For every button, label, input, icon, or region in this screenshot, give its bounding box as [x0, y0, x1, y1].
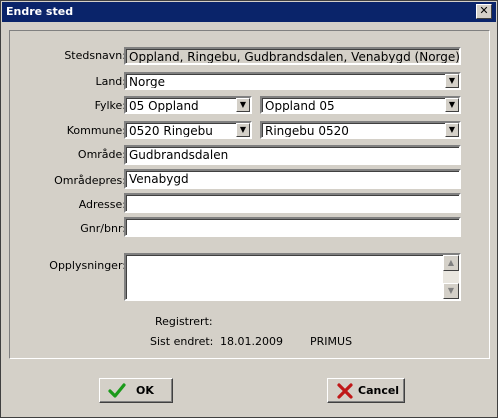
dialog-window: Endre sted ✕ Stedsnavn: Oppland, Ringebu… [0, 0, 498, 418]
chevron-down-icon[interactable]: ▼ [236, 98, 250, 112]
cancel-button[interactable]: Cancel [327, 378, 405, 403]
kommune-code-value: 0520 Ringebu [129, 124, 213, 138]
adresse-input[interactable] [124, 193, 461, 213]
cancel-label: Cancel [358, 384, 400, 397]
omradepres-label: Områdepres: [54, 174, 126, 187]
registrert-label: Registrert: [155, 315, 213, 328]
sist-endret-date: 18.01.2009 [220, 335, 283, 348]
check-icon [108, 383, 126, 398]
omradepres-input[interactable]: Venabygd [124, 169, 461, 189]
opplysninger-label: Opplysninger: [49, 259, 126, 272]
omrade-label: Område: [77, 148, 126, 161]
ok-label: OK [136, 384, 154, 397]
fylke-name-select[interactable]: Oppland 05 ▼ [260, 96, 461, 114]
chevron-down-icon[interactable]: ▼ [445, 74, 459, 88]
gnrbnr-input[interactable] [124, 217, 461, 237]
scroll-down-icon[interactable]: ▼ [443, 283, 459, 299]
fylke-label: Fylke: [94, 99, 126, 112]
adresse-label: Adresse: [78, 198, 126, 211]
kommune-name-select[interactable]: Ringebu 0520 ▼ [260, 121, 461, 139]
close-icon: ✕ [479, 4, 489, 17]
land-label: Land: [95, 75, 126, 88]
kommune-code-select[interactable]: 0520 Ringebu ▼ [124, 121, 252, 139]
close-button[interactable]: ✕ [476, 4, 492, 19]
omrade-input[interactable]: Gudbrandsdalen [124, 145, 461, 165]
sist-endret-label: Sist endret: [150, 335, 214, 348]
chevron-down-icon[interactable]: ▼ [445, 123, 459, 137]
fylke-code-value: 05 Oppland [129, 99, 199, 113]
stedsnavn-field: Oppland, Ringebu, Gudbrandsdalen, Venaby… [124, 47, 461, 65]
opplysninger-textarea[interactable]: ▲ ▼ [124, 253, 461, 301]
window-title: Endre sted [6, 5, 74, 18]
fylke-code-select[interactable]: 05 Oppland ▼ [124, 96, 252, 114]
chevron-down-icon[interactable]: ▼ [445, 98, 459, 112]
sist-endret-user: PRIMUS [310, 335, 353, 348]
form-panel: Stedsnavn: Oppland, Ringebu, Gudbrandsda… [9, 30, 490, 359]
fylke-name-value: Oppland 05 [265, 99, 335, 113]
land-select[interactable]: Norge ▼ [124, 72, 461, 90]
ok-button[interactable]: OK [99, 378, 173, 403]
vertical-scrollbar[interactable]: ▲ ▼ [443, 255, 459, 299]
title-bar[interactable]: Endre sted ✕ [2, 2, 496, 22]
kommune-name-value: Ringebu 0520 [265, 124, 349, 138]
stedsnavn-label: Stedsnavn: [64, 49, 126, 62]
chevron-down-icon[interactable]: ▼ [236, 123, 250, 137]
land-value: Norge [129, 75, 166, 89]
gnrbnr-label: Gnr/bnr: [80, 222, 126, 235]
x-icon [337, 383, 353, 399]
scroll-up-icon[interactable]: ▲ [443, 255, 459, 271]
kommune-label: Kommune: [66, 124, 126, 137]
